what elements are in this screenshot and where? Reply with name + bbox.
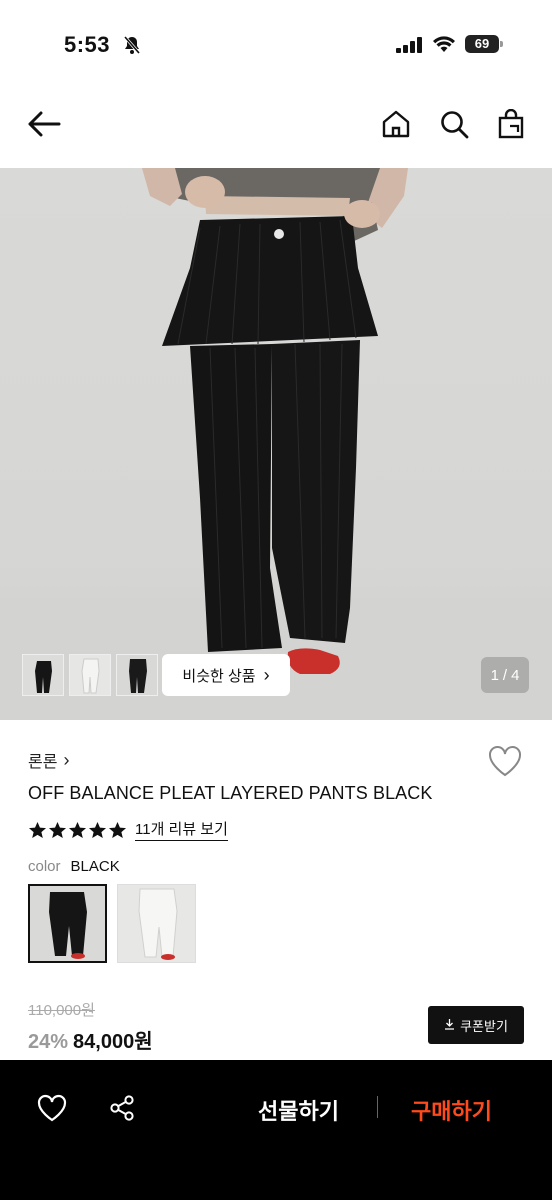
home-button[interactable]: [376, 106, 416, 146]
color-swatches: [28, 884, 196, 963]
heart-icon: [37, 1094, 67, 1127]
original-price: 110,000원: [28, 1002, 95, 1019]
star-icon: [108, 821, 127, 838]
coupon-label: 쿠폰받기: [460, 1018, 508, 1034]
product-photo-illustration: [142, 168, 408, 674]
gift-button[interactable]: 선물하기: [258, 1094, 339, 1126]
star-icon: [28, 821, 47, 838]
rating-row: 11개 리뷰 보기: [28, 818, 228, 841]
wishlist-button[interactable]: [487, 744, 523, 783]
wishlist-bottom-button[interactable]: [34, 1092, 70, 1128]
color-option-row: color BLACK: [28, 858, 120, 875]
product-main-image[interactable]: 비슷한 상품 › 1 / 4: [0, 168, 552, 720]
battery-level: 69: [465, 35, 499, 53]
heart-icon: [487, 746, 523, 782]
chevron-right-icon: ›: [263, 664, 270, 685]
buy-button[interactable]: 구매하기: [411, 1094, 492, 1126]
current-image-index: 1: [490, 666, 499, 684]
swatch-black[interactable]: [28, 884, 107, 963]
share-icon: [108, 1094, 136, 1127]
share-button[interactable]: [104, 1092, 140, 1128]
signal-icon: [396, 37, 424, 58]
back-button[interactable]: [24, 106, 64, 146]
search-button[interactable]: [434, 106, 474, 146]
status-bar: 5:53 69: [0, 0, 552, 90]
button-divider: [377, 1096, 378, 1118]
thumbnail-3[interactable]: [116, 654, 158, 696]
chevron-right-icon: ›: [63, 749, 70, 770]
color-label: color: [28, 858, 61, 875]
status-time: 5:53: [64, 32, 111, 57]
coupon-button[interactable]: 쿠폰받기: [428, 1006, 524, 1044]
shopping-bag-icon: [497, 108, 525, 144]
swatch-white[interactable]: [117, 884, 196, 963]
bell-off-icon: [122, 35, 142, 60]
star-icon: [48, 821, 67, 838]
thumbnail-1[interactable]: [22, 654, 64, 696]
thumbnail-2[interactable]: [69, 654, 111, 696]
thumbnail-strip: [22, 654, 158, 696]
brand-link[interactable]: 론론 ›: [28, 748, 69, 772]
bottom-action-bar: 선물하기 구매하기: [0, 1060, 552, 1200]
similar-products-label: 비슷한 상품: [182, 667, 256, 685]
color-value: BLACK: [70, 858, 120, 875]
counter-separator: /: [502, 666, 508, 684]
image-page-counter: 1 / 4: [481, 657, 529, 693]
review-link[interactable]: 11개 리뷰 보기: [135, 818, 228, 841]
cart-button[interactable]: [491, 106, 531, 146]
similar-products-button[interactable]: 비슷한 상품 ›: [162, 654, 290, 696]
top-navigation: [0, 98, 552, 158]
brand-name: 론론: [28, 754, 58, 771]
price-row: 24% 84,000원: [28, 1025, 153, 1054]
total-image-count: 4: [511, 666, 520, 684]
download-icon: [444, 1018, 455, 1033]
product-title: OFF BALANCE PLEAT LAYERED PANTS BLACK: [28, 783, 433, 803]
star-icon: [88, 821, 107, 838]
sale-price: 84,000원: [73, 1031, 153, 1053]
battery-tip: [500, 41, 503, 47]
back-arrow-icon: [27, 111, 61, 142]
discount-rate: 24%: [28, 1031, 69, 1053]
star-icon: [68, 821, 87, 838]
search-icon: [439, 109, 469, 144]
star-rating: [28, 821, 127, 839]
home-icon: [381, 109, 411, 144]
wifi-icon: [432, 35, 456, 58]
